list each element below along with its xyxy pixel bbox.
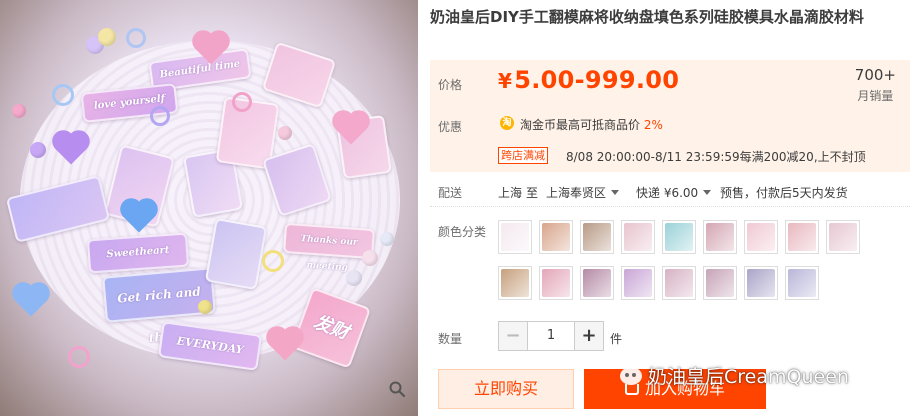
keyring bbox=[52, 84, 74, 106]
quantity-unit: 件 bbox=[610, 332, 623, 346]
shipping-label: 配送 bbox=[438, 186, 463, 200]
magnifier-icon[interactable] bbox=[384, 380, 410, 406]
buy-now-button[interactable]: 立即购买 bbox=[438, 369, 574, 409]
bead bbox=[278, 126, 292, 140]
discount-time-text: 8/08 20:00:00-8/11 23:59:59每满200减20,上不封顶 bbox=[566, 150, 866, 164]
coin-discount-percent: 2% bbox=[643, 118, 663, 132]
swatch-thumbnail bbox=[706, 223, 734, 251]
product-main-image[interactable]: Beautiful time love yourself Sweetheart … bbox=[0, 0, 418, 416]
swatch-thumbnail bbox=[706, 269, 734, 297]
swatch-thumbnail bbox=[829, 223, 857, 251]
bead bbox=[380, 232, 394, 246]
price-value: ¥5.00-999.00 bbox=[498, 66, 679, 94]
color-swatch[interactable] bbox=[662, 266, 696, 300]
keyring bbox=[126, 28, 146, 48]
sales-label: 月销量 bbox=[857, 89, 894, 103]
price-label: 价格 bbox=[438, 78, 463, 92]
swatch-thumbnail bbox=[624, 223, 652, 251]
swatch-thumbnail bbox=[624, 269, 652, 297]
mahjong-tile bbox=[204, 217, 268, 291]
color-swatch[interactable] bbox=[785, 220, 819, 254]
taojinbi-coin-icon: 淘 bbox=[500, 116, 514, 130]
sales-count: 700+ bbox=[854, 66, 896, 84]
cross-store-discount-badge[interactable]: 跨店满减 bbox=[498, 147, 548, 164]
bead bbox=[346, 270, 362, 286]
shipping-row: 配送 上海 至 上海奉贤区 快递 ¥6.00 预售，付款后5天内发货 bbox=[430, 184, 910, 204]
wechat-icon bbox=[620, 367, 642, 385]
ship-to-word: 至 bbox=[526, 186, 539, 200]
product-title: 奶油皇后DIY手工翻模麻将收纳盘填色系列硅胶模具水晶滴胶材料 bbox=[430, 8, 864, 26]
shipping-method-select[interactable]: 快递 ¥6.00 bbox=[636, 184, 712, 201]
quantity-input[interactable]: 1 bbox=[528, 321, 574, 351]
swatch-thumbnail bbox=[583, 223, 611, 251]
bead bbox=[12, 104, 26, 118]
color-swatch[interactable] bbox=[580, 220, 614, 254]
keyring bbox=[232, 92, 252, 112]
color-swatch[interactable] bbox=[621, 220, 655, 254]
bead bbox=[30, 142, 46, 158]
swatch-thumbnail bbox=[665, 269, 693, 297]
color-label: 颜色分类 bbox=[438, 225, 487, 239]
product-info-panel: 奶油皇后DIY手工翻模麻将收纳盘填色系列硅胶模具水晶滴胶材料 价格 ¥5.00-… bbox=[430, 0, 915, 416]
bead bbox=[362, 250, 378, 266]
divider bbox=[430, 206, 910, 207]
keychain-tag: Sweetheart bbox=[86, 232, 190, 274]
ship-to-select[interactable]: 上海奉贤区 bbox=[546, 184, 620, 201]
swatch-thumbnail bbox=[501, 269, 529, 297]
swatch-thumbnail bbox=[788, 223, 816, 251]
chevron-down-icon bbox=[611, 190, 620, 195]
currency-symbol: ¥ bbox=[498, 69, 513, 93]
heart-charm bbox=[269, 329, 301, 361]
swatch-thumbnail bbox=[583, 269, 611, 297]
bead bbox=[198, 300, 212, 314]
color-swatch[interactable] bbox=[744, 266, 778, 300]
watermark: 奶油皇后CreamQueen bbox=[620, 362, 849, 389]
swatch-thumbnail bbox=[665, 223, 693, 251]
color-swatch[interactable] bbox=[539, 220, 573, 254]
increase-button[interactable]: + bbox=[574, 321, 604, 351]
coin-discount-text: 淘金币最高可抵商品价 2% bbox=[520, 118, 663, 132]
color-swatch[interactable] bbox=[621, 266, 655, 300]
keyring bbox=[68, 346, 90, 368]
decrease-button[interactable]: − bbox=[498, 321, 528, 351]
presale-note: 预售，付款后5天内发货 bbox=[720, 186, 848, 200]
color-swatch[interactable] bbox=[703, 220, 737, 254]
keychain-tag: Thanks our meeting bbox=[283, 222, 375, 273]
quantity-label: 数量 bbox=[438, 332, 463, 346]
color-swatch[interactable] bbox=[826, 220, 860, 254]
color-swatch[interactable] bbox=[498, 266, 532, 300]
color-swatch[interactable] bbox=[580, 266, 614, 300]
price-range: 5.00-999.00 bbox=[514, 66, 680, 94]
monthly-sales: 700+ 月销量 bbox=[855, 66, 896, 104]
swatch-thumbnail bbox=[501, 223, 529, 251]
swatch-thumbnail bbox=[747, 269, 775, 297]
quantity-stepper: − 1 + bbox=[498, 321, 604, 351]
keychain-tag: Get rich and thin bbox=[102, 267, 216, 345]
color-swatch[interactable] bbox=[498, 220, 532, 254]
heart-charm bbox=[15, 285, 47, 317]
swatch-thumbnail bbox=[747, 223, 775, 251]
keyring bbox=[150, 106, 170, 126]
color-swatch[interactable] bbox=[703, 266, 737, 300]
color-swatch[interactable] bbox=[539, 266, 573, 300]
keyring bbox=[262, 250, 284, 272]
promo-label: 优惠 bbox=[438, 120, 463, 134]
price-box: 价格 ¥5.00-999.00 700+ 月销量 优惠 淘 淘金币最高可抵商品价… bbox=[430, 60, 910, 172]
bead bbox=[98, 28, 116, 46]
swatch-thumbnail bbox=[542, 269, 570, 297]
color-swatch[interactable] bbox=[785, 266, 819, 300]
color-swatch[interactable] bbox=[744, 220, 778, 254]
chevron-down-icon bbox=[703, 190, 712, 195]
swatch-thumbnail bbox=[542, 223, 570, 251]
swatch-thumbnail bbox=[788, 269, 816, 297]
ship-from: 上海 bbox=[498, 186, 523, 200]
color-swatch[interactable] bbox=[662, 220, 696, 254]
